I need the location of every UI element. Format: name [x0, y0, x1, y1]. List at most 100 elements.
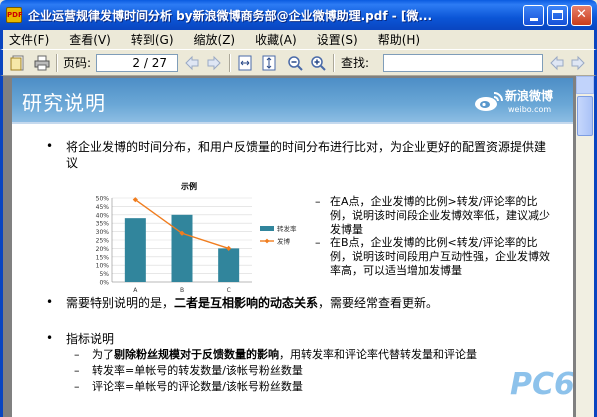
- menu-bar: 文件(F) 查看(V) 转到(G) 缩放(Z) 收藏(A) 设置(S) 帮助(H…: [0, 30, 597, 49]
- chart-y-tick-label: 45%: [96, 204, 110, 211]
- zoom-in-button[interactable]: [309, 54, 327, 72]
- fit-width-icon: [238, 55, 252, 71]
- page-number-input[interactable]: 2 / 27: [96, 54, 178, 72]
- maximize-icon: [552, 10, 563, 20]
- pdf-page: 研究说明 新浪微博 weibo.com • 将企业发博的时间分布，和用户反馈量的…: [12, 78, 573, 417]
- dash-symbol: –: [74, 348, 80, 361]
- close-icon: ✕: [576, 7, 587, 22]
- chart-y-tick-label: 30%: [96, 229, 110, 236]
- vertical-scrollbar[interactable]: [576, 76, 594, 417]
- chart-y-tick-label: 25%: [96, 238, 110, 245]
- metric-emphasis: 剔除粉丝规模对于反馈数量的影响: [114, 348, 279, 361]
- dash-symbol: –: [74, 380, 80, 393]
- note-point-b: 在B点，企业发博的比例<转发/评论率的比例，说明该时间段用户互动性强，企业发博效…: [330, 236, 550, 277]
- open-file-button[interactable]: [9, 54, 27, 72]
- example-chart: 50%45%40% 35%30% 25%20%15% 10%5% 0% A B C 转发率发…: [96, 181, 297, 294]
- fit-width-button[interactable]: [236, 54, 254, 72]
- minimize-icon: [529, 18, 538, 21]
- chart-legend: 转发率发博: [260, 224, 297, 246]
- bullet-purpose: 将企业发博的时间分布，和用户反馈量的时间分布进行比对，为企业更好的配置资源提供建…: [66, 140, 547, 170]
- weibo-logo-text: 新浪微博: [505, 89, 554, 103]
- chart-bar: [218, 248, 240, 282]
- find-next-button[interactable]: [569, 54, 587, 72]
- close-button[interactable]: ✕: [571, 5, 592, 26]
- chart-bar: [171, 214, 193, 282]
- weibo-logo-url: weibo.com: [508, 105, 552, 114]
- chart-y-tick-label: 35%: [96, 221, 110, 228]
- find-previous-button[interactable]: [548, 54, 566, 72]
- find-label: 查找:: [341, 56, 370, 70]
- chart-y-tick-label: 50%: [96, 196, 110, 203]
- dash-symbol: –: [74, 364, 80, 377]
- bullet-metrics: 指标说明: [66, 332, 115, 346]
- menu-settings[interactable]: 设置(S): [310, 31, 358, 48]
- forward-rate-definition: 转发率=单帐号的转发数量/该帐号粉丝数量: [92, 364, 303, 377]
- toolbar: 页码: 2 / 27 查找:: [0, 49, 597, 76]
- chart-y-tick-label: 20%: [96, 246, 110, 253]
- chart-x-tick-label: A: [133, 287, 138, 294]
- page-label: 页码:: [63, 56, 92, 70]
- menu-file[interactable]: 文件(F): [3, 31, 49, 48]
- metric-text: 为了: [92, 348, 114, 361]
- toolbar-separator: [56, 54, 58, 72]
- dash-symbol: –: [315, 195, 321, 208]
- bullet-symbol: •: [46, 139, 54, 153]
- chart-x-tick-label: C: [227, 287, 231, 294]
- fit-page-button[interactable]: [260, 54, 278, 72]
- arrow-right-icon: [571, 55, 585, 71]
- fit-page-icon: [262, 55, 276, 71]
- arrow-left-icon: [185, 55, 199, 71]
- legend-label: 发博: [277, 237, 291, 246]
- maximize-button[interactable]: [547, 5, 568, 26]
- arrow-right-icon: [207, 55, 221, 71]
- menu-help[interactable]: 帮助(H): [371, 31, 420, 48]
- open-file-icon: [10, 55, 24, 71]
- print-button[interactable]: [33, 54, 51, 72]
- bullet-symbol: •: [46, 331, 54, 345]
- header-divider: [12, 122, 573, 124]
- chart-x-tick-label: B: [180, 287, 184, 294]
- site-watermark: PC6: [510, 367, 573, 402]
- weibo-logo-icon: [475, 92, 503, 111]
- chart-y-tick-label: 40%: [96, 212, 110, 219]
- previous-page-button[interactable]: [183, 54, 201, 72]
- next-page-button[interactable]: [205, 54, 223, 72]
- menu-favorites[interactable]: 收藏(A): [248, 31, 297, 48]
- chart-x-axis: A B C: [133, 287, 230, 294]
- bullet-emphasis: 二者是互相影响的动态关系: [174, 296, 319, 310]
- toolbar-separator: [229, 54, 231, 72]
- slide-header: 研究说明 新浪微博 weibo.com: [12, 78, 573, 122]
- legend-label: 转发率: [277, 224, 297, 233]
- document-viewport[interactable]: 研究说明 新浪微博 weibo.com • 将企业发博的时间分布，和用户反馈量的…: [0, 76, 597, 417]
- arrow-left-icon: [550, 55, 564, 71]
- legend-marker: [264, 238, 270, 244]
- window-title: 企业运营规律发博时间分析 by新浪微博商务部@企业微博助理.pdf - [微..…: [28, 8, 433, 23]
- chart-y-tick-label: 15%: [96, 254, 110, 261]
- zoom-out-icon: [288, 56, 303, 71]
- chart-y-axis: 50%45%40% 35%30% 25%20%15% 10%5% 0%: [96, 196, 110, 287]
- app-icon: PDF: [6, 7, 23, 23]
- slide-title: 研究说明: [22, 91, 106, 115]
- scroll-up-button[interactable]: [576, 76, 594, 94]
- dash-symbol: –: [315, 236, 321, 249]
- comment-rate-definition: 评论率=单帐号的评论数量/该帐号粉丝数量: [92, 380, 303, 393]
- menu-zoom[interactable]: 缩放(Z): [187, 31, 236, 48]
- chart-y-tick-label: 10%: [96, 263, 110, 270]
- menu-goto[interactable]: 转到(G): [124, 31, 174, 48]
- bullet-text: ，需要经常查看更新。: [318, 296, 439, 310]
- chart-y-tick-label: 0%: [99, 280, 109, 287]
- chart-title: 示例: [180, 181, 197, 191]
- find-input[interactable]: [383, 54, 543, 72]
- metric-text: ，用转发率和评论率代替转发量和评论量: [279, 348, 477, 361]
- note-point-a: 在A点，企业发博的比例>转发/评论率的比例，说明该时间段企业发博效率低，建议减少…: [330, 195, 550, 236]
- chart-y-tick-label: 5%: [99, 271, 109, 278]
- menu-view[interactable]: 查看(V): [62, 31, 111, 48]
- title-bar: PDF 企业运营规律发博时间分析 by新浪微博商务部@企业微博助理.pdf - …: [0, 0, 597, 30]
- zoom-out-button[interactable]: [286, 54, 304, 72]
- legend-swatch: [260, 226, 274, 231]
- printer-icon: [34, 55, 50, 71]
- scroll-thumb[interactable]: [577, 96, 593, 136]
- zoom-in-icon: [311, 56, 326, 71]
- metric-note: 为了剔除粉丝规模对于反馈数量的影响，用转发率和评论率代替转发量和评论量: [92, 348, 477, 362]
- minimize-button[interactable]: [523, 5, 544, 26]
